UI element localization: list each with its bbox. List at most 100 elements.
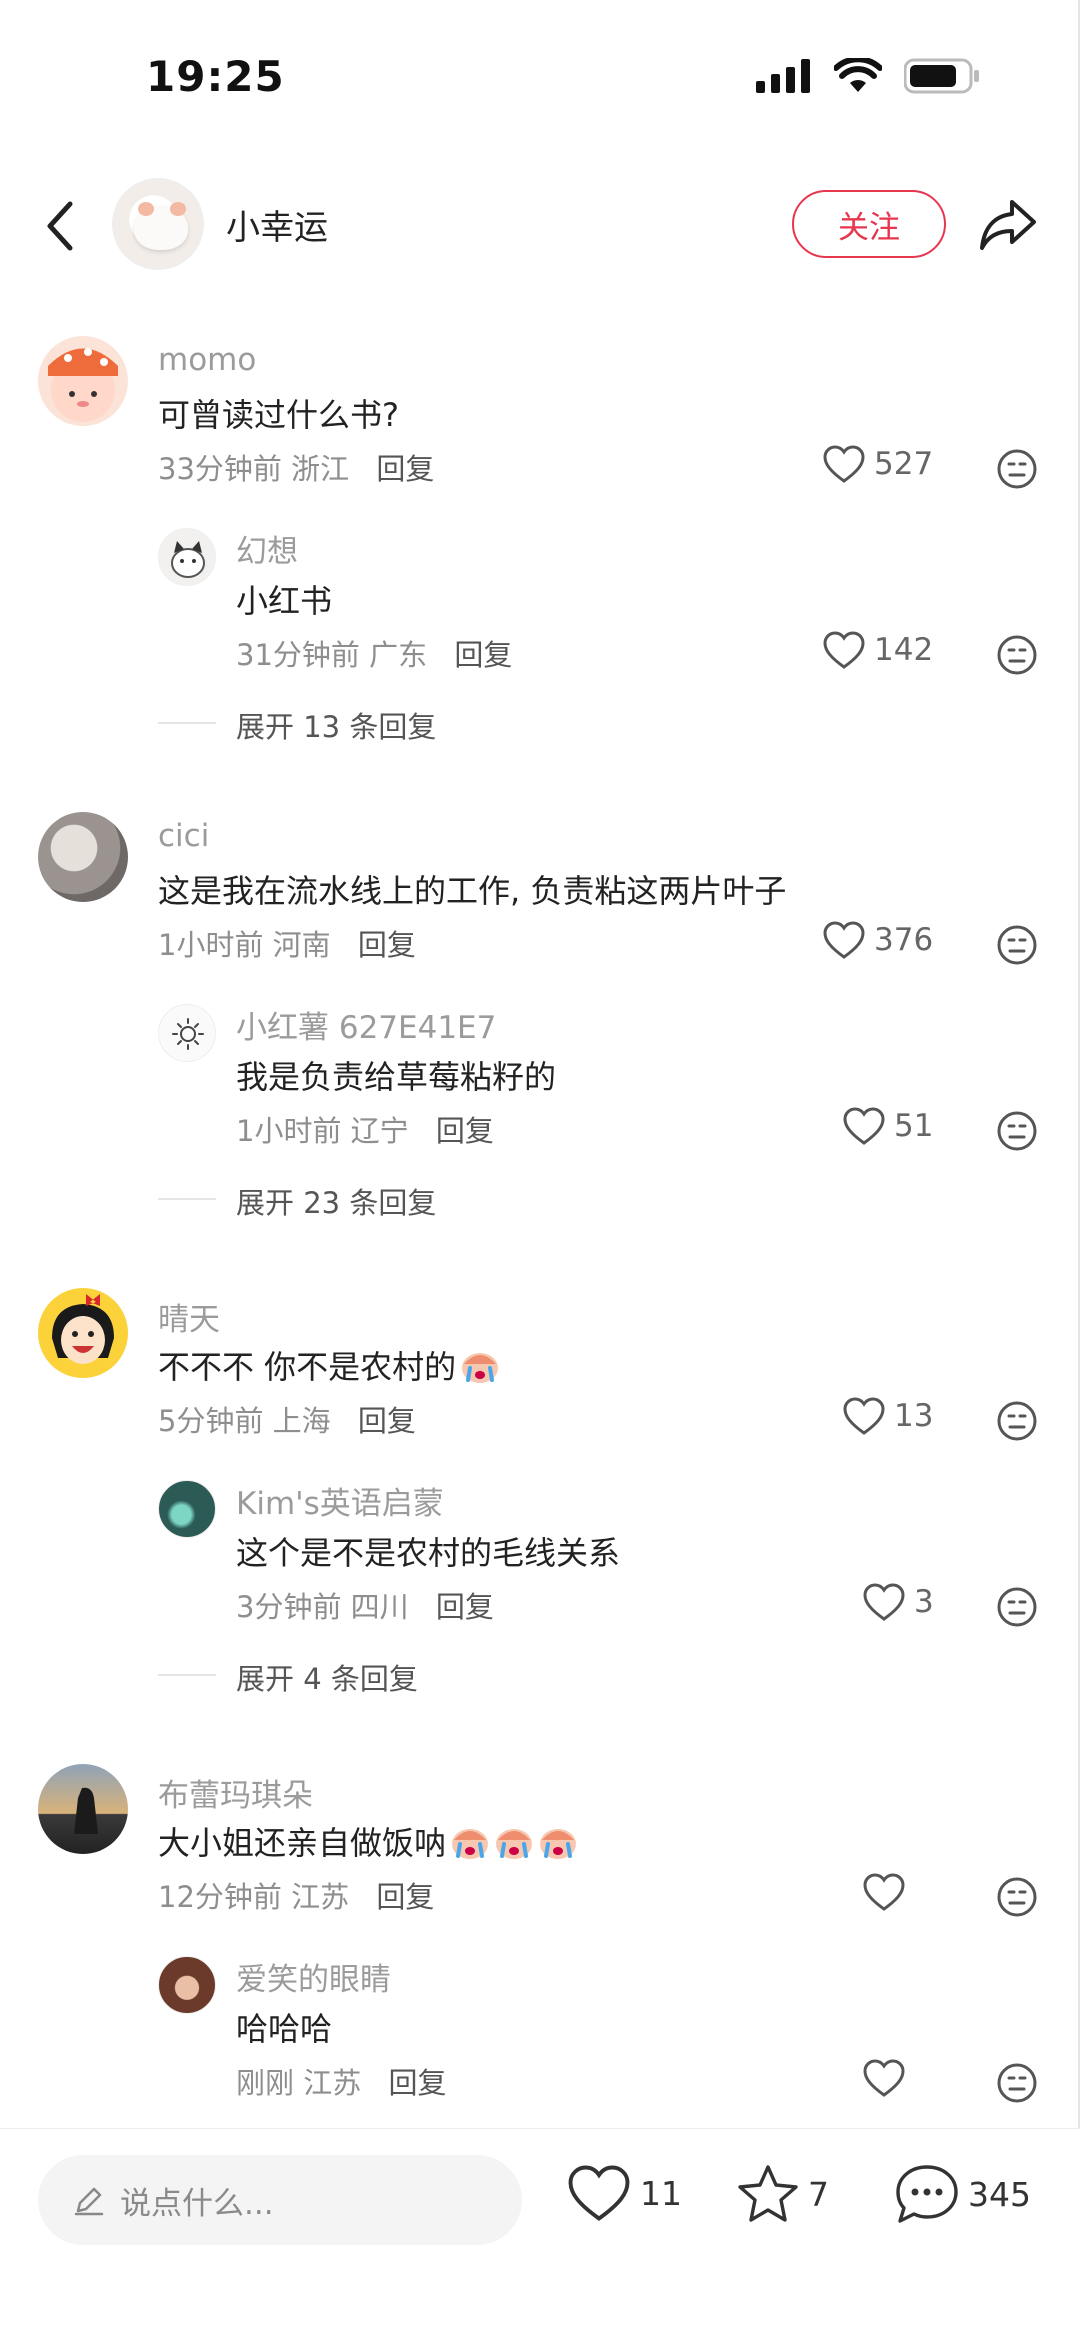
comment-username[interactable]: cici [158,818,209,854]
like-button[interactable] [862,1872,914,1912]
reply-button[interactable]: 回复 [358,1404,416,1438]
reply-button[interactable]: 回复 [436,1590,494,1624]
comment-text-body: 大小姐还亲自做饭呐 [158,1824,447,1862]
heart-icon [843,1397,885,1435]
collect-note-count: 7 [808,2174,829,2214]
comment-time: 12分钟前 [158,1880,282,1914]
reaction-emoji-icon[interactable] [996,1400,1038,1442]
heart-icon [863,2059,905,2097]
reaction-emoji-icon[interactable] [996,2062,1038,2104]
reply-button[interactable]: 回复 [436,1114,494,1148]
follow-button[interactable]: 关注 [792,190,946,258]
comment-username[interactable]: 布蕾玛琪朵 [158,1770,313,1815]
like-button[interactable]: 376 [822,920,933,960]
like-button[interactable]: 3 [862,1582,934,1622]
heart-icon [843,1107,885,1145]
reply-meta: 3分钟前 四川 回复 [236,1584,494,1626]
reply-meta: 31分钟前 广东 回复 [236,632,512,674]
comment-note-count: 345 [968,2174,1031,2214]
crying-emoji-icon [496,1829,533,1859]
reply-button[interactable]: 回复 [388,2066,446,2100]
reply-button[interactable]: 回复 [454,638,512,672]
heart-icon [863,1583,905,1621]
crying-emoji-icon [452,1829,489,1859]
like-note-count: 11 [640,2173,682,2213]
back-arrow-icon[interactable] [40,196,80,256]
share-icon[interactable] [978,194,1038,254]
reply-location: 辽宁 [350,1114,409,1148]
like-button[interactable]: 527 [822,444,933,484]
reply-username[interactable]: 小红薯 627E41E7 [236,1002,496,1047]
comment-meta: 5分钟前 上海 回复 [158,1398,416,1440]
reply-text: 小红书 [236,582,333,620]
reply-user-avatar[interactable] [158,528,216,586]
like-count: 3 [914,1584,934,1620]
reaction-emoji-icon[interactable] [996,1110,1038,1152]
expand-replies-button[interactable]: 展开 4 条回复 [236,1656,418,1698]
heart-icon [823,921,865,959]
like-button[interactable]: 13 [842,1396,933,1436]
note-header: 小幸运 关注 [0,170,1080,280]
reaction-emoji-icon[interactable] [996,1876,1038,1918]
like-button[interactable] [862,2058,914,2098]
comment-bubble-icon [896,2165,958,2223]
reply-username[interactable]: 幻想 [236,526,298,571]
reaction-emoji-icon[interactable] [996,448,1038,490]
reply-user-avatar[interactable] [158,1004,216,1062]
reply-button[interactable]: 回复 [376,452,434,486]
reply-button[interactable]: 回复 [376,1880,434,1914]
like-button[interactable]: 51 [842,1106,933,1146]
reply-text: 哈哈哈 [236,2010,333,2048]
wifi-icon [834,58,882,92]
reply-time: 1小时前 [236,1114,342,1148]
like-count: 527 [874,446,934,482]
reply-location: 江苏 [303,2066,362,2100]
comment-meta: 33分钟前 浙江 回复 [158,446,434,488]
reply-time: 刚刚 [236,2066,295,2100]
comment-username[interactable]: 晴天 [158,1294,220,1339]
like-note-button[interactable]: 11 [566,2163,682,2223]
user-avatar[interactable] [38,812,128,902]
heart-icon [823,631,865,669]
expand-replies-button[interactable]: 展开 23 条回复 [236,1180,436,1222]
reply-username[interactable]: 爱笑的眼睛 [236,1954,391,1999]
expand-divider [158,722,216,724]
user-avatar[interactable] [38,1288,128,1378]
author-avatar[interactable] [112,178,204,270]
like-count: 142 [874,632,934,668]
comment-time: 1小时前 [158,928,264,962]
expand-replies-button[interactable]: 展开 13 条回复 [236,704,436,746]
status-bar: 19:25 [0,0,1080,150]
comment-text-body: 不不不 你不是农村的 [158,1348,457,1386]
reply-user-avatar[interactable] [158,1956,216,2014]
reply-username[interactable]: Kim's英语启蒙 [236,1478,444,1523]
expand-divider [158,1198,216,1200]
reply-button[interactable]: 回复 [358,928,416,962]
comment-time: 33分钟前 [158,452,282,486]
reply-text: 我是负责给草莓粘籽的 [236,1058,557,1096]
star-icon [738,2165,798,2222]
like-button[interactable]: 142 [822,630,933,670]
comment-text: 这是我在流水线上的工作, 负责粘这两片叶子 [158,872,787,910]
comment-location: 上海 [272,1404,331,1438]
comment-input[interactable]: 说点什么... [38,2155,522,2245]
collect-note-button[interactable]: 7 [736,2163,829,2225]
reaction-emoji-icon[interactable] [996,924,1038,966]
crying-emoji-icon [540,1829,577,1859]
user-avatar[interactable] [38,336,128,426]
heart-icon [568,2165,630,2221]
author-name[interactable]: 小幸运 [226,200,328,249]
reaction-emoji-icon[interactable] [996,634,1038,676]
reply-time: 31分钟前 [236,638,360,672]
comment-text: 可曾读过什么书? [158,396,399,434]
comment-location: 河南 [272,928,331,962]
status-icons [756,58,980,94]
reply-user-avatar[interactable] [158,1480,216,1538]
reply-time: 3分钟前 [236,1590,342,1624]
cellular-signal-icon [756,59,810,93]
comment-note-button[interactable]: 345 [894,2163,1031,2225]
comment-location: 江苏 [291,1880,350,1914]
user-avatar[interactable] [38,1764,128,1854]
comment-username[interactable]: momo [158,342,256,378]
reaction-emoji-icon[interactable] [996,1586,1038,1628]
